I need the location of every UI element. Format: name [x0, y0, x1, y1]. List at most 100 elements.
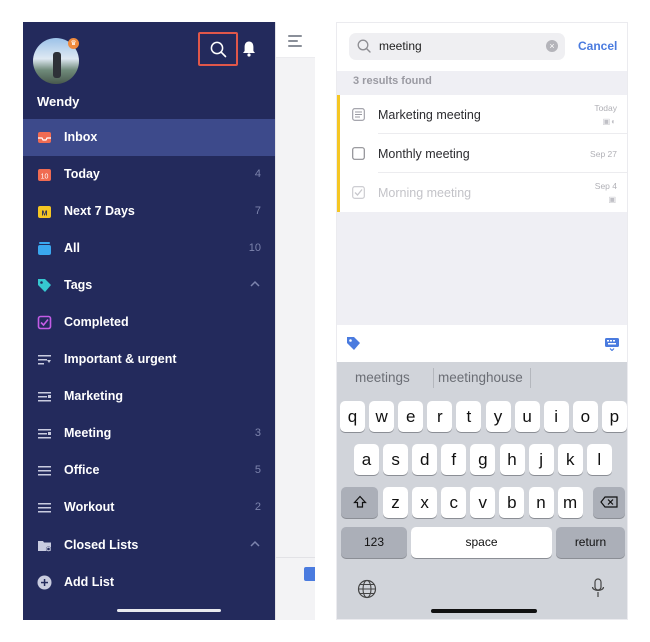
sidebar-item-label: Today [64, 167, 100, 181]
result-meta-icons: ▣◐ [602, 117, 617, 126]
delete-key[interactable] [593, 487, 625, 518]
backspace-icon [600, 496, 618, 508]
key-p[interactable]: p [601, 401, 627, 432]
result-title: Morning meeting [378, 186, 472, 200]
tag-icon[interactable] [346, 336, 361, 351]
sidebar-item-closed-lists[interactable]: Closed Lists [23, 527, 275, 564]
sidebar-item-workout[interactable]: Workout 2 [23, 489, 275, 526]
checkbox-icon[interactable] [352, 147, 365, 160]
key-z[interactable]: z [383, 487, 408, 518]
search-button[interactable] [198, 32, 238, 66]
key-b[interactable]: b [499, 487, 525, 518]
search-field[interactable]: meeting × [349, 33, 565, 60]
key-n[interactable]: n [528, 487, 554, 518]
suggestion[interactable]: meetinghouse [438, 370, 523, 385]
sidebar-item-today[interactable]: 10 Today 4 [23, 156, 275, 193]
key-a[interactable]: a [354, 444, 379, 475]
shift-icon [352, 495, 367, 508]
cancel-button[interactable]: Cancel [578, 39, 617, 53]
return-key[interactable]: return [556, 527, 625, 558]
sidebar-item-label: Closed Lists [64, 538, 139, 552]
sidebar-item-next-7-days[interactable]: M Next 7 Days 7 [23, 193, 275, 230]
chevron-up-icon[interactable] [250, 540, 260, 547]
sidebar-item-label: Meeting [64, 426, 112, 440]
result-item[interactable]: Marketing meeting Today ▣◐ [337, 95, 627, 134]
folder-closed-icon [38, 541, 52, 552]
note-icon [352, 108, 365, 121]
results-count: 3 results found [353, 75, 432, 87]
clear-icon[interactable]: × [546, 40, 558, 52]
key-j[interactable]: j [528, 444, 554, 475]
search-input[interactable]: meeting [379, 39, 422, 53]
key-v[interactable]: v [470, 487, 496, 518]
key-x[interactable]: x [412, 487, 438, 518]
filter-list-icon [38, 392, 51, 402]
sidebar-item-count: 4 [254, 168, 261, 180]
space-key[interactable]: space [411, 527, 552, 558]
result-meta-icons: ▣ [608, 195, 617, 204]
list-icon [38, 466, 51, 476]
key-r[interactable]: r [427, 401, 453, 432]
sidebar-item-inbox[interactable]: Inbox [23, 119, 275, 156]
sidebar-item-label: Workout [64, 500, 115, 514]
key-d[interactable]: d [412, 444, 438, 475]
key-w[interactable]: w [369, 401, 395, 432]
key-y[interactable]: y [485, 401, 511, 432]
sidebar-item-count: 3 [254, 427, 261, 439]
sidebar-item-add-list[interactable]: Add List [23, 564, 275, 601]
key-c[interactable]: c [441, 487, 467, 518]
key-k[interactable]: k [557, 444, 583, 475]
sidebar-item-count: 7 [254, 205, 261, 217]
shift-key[interactable] [341, 487, 378, 518]
search-icon [357, 39, 371, 53]
key-t[interactable]: t [456, 401, 482, 432]
checked-box-icon[interactable] [352, 186, 365, 199]
key-o[interactable]: o [572, 401, 598, 432]
sidebar-item-office[interactable]: Office 5 [23, 452, 275, 489]
home-indicator [431, 609, 537, 613]
sidebar-item-tags[interactable]: Tags [23, 267, 275, 304]
key-s[interactable]: s [383, 444, 409, 475]
sidebar-item-count: 2 [254, 501, 261, 513]
suggestion[interactable]: meetings [355, 370, 410, 385]
key-q[interactable]: q [340, 401, 365, 432]
key-e[interactable]: e [398, 401, 424, 432]
sidebar-item-marketing[interactable]: Marketing [23, 378, 275, 415]
key-h[interactable]: h [499, 444, 525, 475]
sidebar-item-meeting[interactable]: Meeting 3 [23, 415, 275, 452]
sidebar-item-important-urgent[interactable]: Important & urgent [23, 341, 275, 378]
globe-icon[interactable] [357, 579, 377, 599]
sidebar-item-label: Next 7 Days [64, 204, 135, 218]
bell-icon[interactable] [242, 40, 256, 57]
result-date: Sep 27 [590, 149, 617, 159]
sidebar-item-label: Tags [64, 278, 93, 292]
key-f[interactable]: f [441, 444, 467, 475]
task-list-peek[interactable] [275, 22, 315, 620]
sidebar-item-label: All [64, 241, 80, 255]
result-item[interactable]: Morning meeting Sep 4 ▣ [337, 173, 627, 212]
sidebar: ♛ Wendy Inbox 10 Today 4 M Next 7 Days 7 [23, 22, 275, 620]
filter-icon [38, 355, 51, 365]
numbers-key[interactable]: 123 [341, 527, 407, 558]
key-i[interactable]: i [543, 401, 569, 432]
result-item[interactable]: Monthly meeting Sep 27 [337, 134, 627, 173]
right-screen: meeting × Cancel 3 results found Marketi… [336, 22, 628, 620]
key-g[interactable]: g [470, 444, 496, 475]
chevron-up-icon[interactable] [250, 280, 260, 287]
key-l[interactable]: l [586, 444, 612, 475]
keyboard: meetings meetinghouse 123 space return q… [337, 362, 627, 619]
sidebar-item-all[interactable]: All 10 [23, 230, 275, 267]
calendar-week-icon: M [38, 206, 51, 218]
key-m[interactable]: m [557, 487, 583, 518]
microphone-icon[interactable] [591, 578, 605, 599]
checkbox-icon [37, 315, 52, 330]
sidebar-item-label: Completed [64, 315, 129, 329]
result-date: Today [594, 103, 617, 113]
svg-text:10: 10 [41, 174, 49, 181]
svg-text:M: M [42, 211, 48, 218]
checkbox-icon[interactable] [304, 567, 315, 581]
sidebar-item-count: 10 [248, 242, 261, 254]
keyboard-icon[interactable] [604, 337, 620, 351]
key-u[interactable]: u [514, 401, 540, 432]
sidebar-item-completed[interactable]: Completed [23, 304, 275, 341]
